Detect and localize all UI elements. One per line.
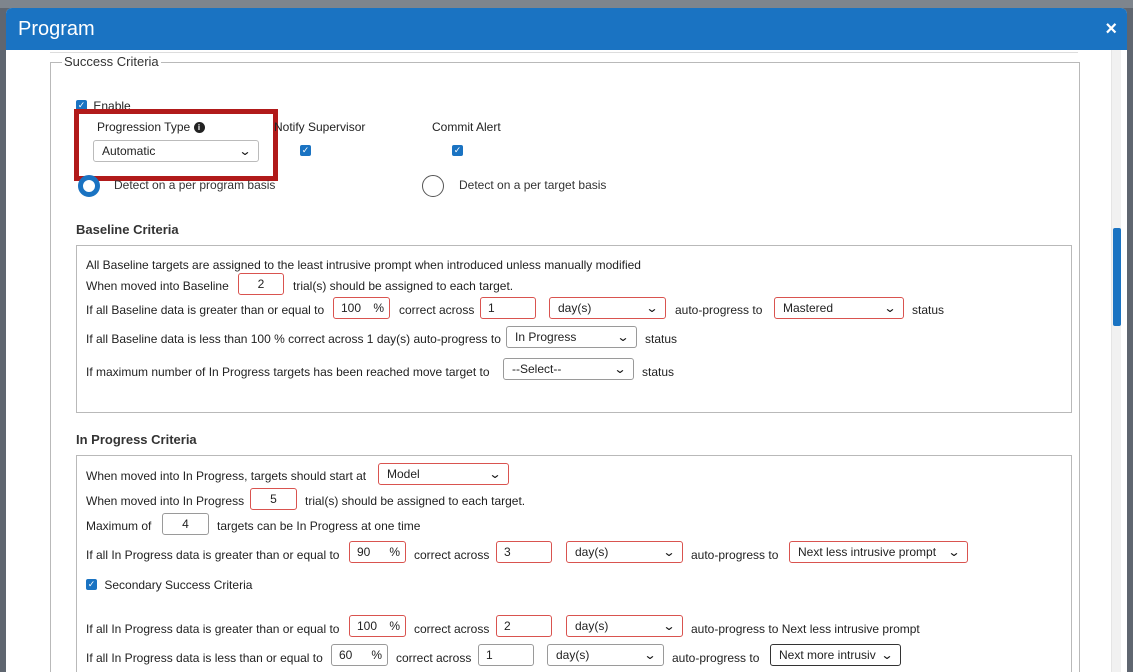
- ip-trials-input[interactable]: 5: [250, 488, 297, 510]
- baseline-max-status-label: status: [642, 365, 675, 379]
- notify-supervisor-checkbox[interactable]: ✓: [300, 145, 311, 156]
- secondary-criteria-checkbox[interactable]: ✓: [86, 579, 97, 591]
- ip-le-period-value: day(s): [556, 648, 590, 662]
- ip-start-value: Model: [387, 467, 420, 481]
- baseline-lt-status-label: status: [645, 332, 678, 346]
- modal-scrollbar[interactable]: [1111, 50, 1121, 672]
- modal-title: Program: [18, 17, 95, 40]
- chevron-down-icon: ⌄: [616, 330, 630, 344]
- baseline-ge-percent-value: 100: [341, 301, 362, 315]
- ip-le-days-input[interactable]: 1: [478, 644, 534, 666]
- baseline-note: All Baseline targets are assigned to the…: [86, 258, 641, 272]
- chevron-down-icon: ⌄: [613, 362, 627, 376]
- ip-max-label: Maximum of: [86, 519, 152, 533]
- baseline-ge-status-select[interactable]: Mastered ⌄: [774, 297, 904, 319]
- chevron-down-icon: ⌄: [488, 467, 502, 481]
- secondary-criteria-label: Secondary Success Criteria: [104, 577, 253, 592]
- baseline-ge-period-value: day(s): [558, 301, 592, 315]
- percent-sign: %: [389, 545, 400, 559]
- success-criteria-legend: Success Criteria: [62, 54, 161, 69]
- ip-ge2-correct-across-label: correct across: [414, 622, 490, 636]
- secondary-criteria-row[interactable]: ✓ Secondary Success Criteria: [86, 577, 252, 592]
- ip-le-percent-value: 60: [339, 648, 353, 662]
- ip-le-status-select[interactable]: Next more intrusiv ⌄: [770, 644, 901, 666]
- baseline-moved-into-label: When moved into Baseline: [86, 279, 229, 293]
- ip-ge2-suffix: auto-progress to Next less intrusive pro…: [691, 622, 920, 636]
- baseline-ge-status-value: Mastered: [783, 301, 834, 315]
- ip-le-percent-input[interactable]: 60 %: [331, 644, 388, 666]
- baseline-ge-label: If all Baseline data is greater than or …: [86, 303, 325, 317]
- chevron-down-icon: ⌄: [643, 648, 657, 662]
- baseline-ge-period-select[interactable]: day(s) ⌄: [549, 297, 666, 319]
- baseline-lt-status-value: In Progress: [515, 330, 577, 344]
- chevron-down-icon: ⌄: [645, 301, 659, 315]
- ip-le-auto-progress-label: auto-progress to: [672, 651, 760, 665]
- ip-le-correct-across-label: correct across: [396, 651, 472, 665]
- close-icon[interactable]: ×: [1105, 19, 1117, 39]
- ip-ge-status-select[interactable]: Next less intrusive prompt ⌄: [789, 541, 968, 563]
- baseline-status-label: status: [912, 303, 945, 317]
- commit-alert-label: Commit Alert: [432, 120, 501, 134]
- ip-ge-status-value: Next less intrusive prompt: [798, 545, 937, 559]
- ip-max-suffix: targets can be In Progress at one time: [217, 519, 421, 533]
- chevron-down-icon: ⌄: [880, 648, 894, 662]
- ip-ge-period-value: day(s): [575, 545, 609, 559]
- ip-ge2-period-value: day(s): [575, 619, 609, 633]
- ip-moved-into-suffix: trial(s) should be assigned to each targ…: [305, 494, 526, 508]
- baseline-moved-into-suffix: trial(s) should be assigned to each targ…: [293, 279, 514, 293]
- baseline-ge-days-input[interactable]: 1: [480, 297, 536, 319]
- ip-ge2-percent-value: 100: [357, 619, 378, 633]
- ip-ge2-percent-input[interactable]: 100 %: [349, 615, 406, 637]
- ip-ge-days-input[interactable]: 3: [496, 541, 552, 563]
- baseline-lt-label: If all Baseline data is less than 100 % …: [86, 332, 501, 346]
- chevron-down-icon: ⌄: [947, 545, 961, 559]
- baseline-ge-percent-input[interactable]: 100 %: [333, 297, 390, 319]
- ip-ge2-label: If all In Progress data is greater than …: [86, 622, 340, 636]
- ip-le-period-select[interactable]: day(s) ⌄: [547, 644, 664, 666]
- chevron-down-icon: ⌄: [662, 619, 676, 633]
- in-progress-criteria-box: [76, 455, 1072, 672]
- per-target-radio[interactable]: [422, 175, 444, 197]
- baseline-max-status-select[interactable]: --Select-- ⌄: [503, 358, 634, 380]
- notify-supervisor-label: Notify Supervisor: [274, 120, 366, 134]
- page-backdrop: [0, 0, 1133, 8]
- ip-ge-percent-value: 90: [357, 545, 371, 559]
- ip-ge-period-select[interactable]: day(s) ⌄: [566, 541, 683, 563]
- ip-correct-across-label: correct across: [414, 548, 490, 562]
- ip-max-input[interactable]: 4: [162, 513, 209, 535]
- baseline-criteria-title: Baseline Criteria: [76, 222, 179, 237]
- baseline-max-label: If maximum number of In Progress targets…: [86, 365, 490, 379]
- ip-ge2-period-select[interactable]: day(s) ⌄: [566, 615, 683, 637]
- chevron-down-icon: ⌄: [883, 301, 897, 315]
- baseline-trials-input[interactable]: 2: [238, 273, 284, 295]
- ip-start-select[interactable]: Model ⌄: [378, 463, 509, 485]
- ip-moved-into-label: When moved into In Progress: [86, 494, 245, 508]
- percent-sign: %: [389, 619, 400, 633]
- scrollbar-thumb[interactable]: [1113, 228, 1121, 326]
- ip-ge-percent-input[interactable]: 90 %: [349, 541, 406, 563]
- highlight-annotation: [74, 109, 278, 181]
- ip-ge-label: If all In Progress data is greater than …: [86, 548, 340, 562]
- baseline-correct-across-label: correct across: [399, 303, 475, 317]
- modal-header: Program ×: [6, 8, 1127, 50]
- percent-sign: %: [371, 648, 382, 662]
- ip-auto-progress-label: auto-progress to: [691, 548, 779, 562]
- per-target-label: Detect on a per target basis: [459, 178, 607, 192]
- ip-le-status-value: Next more intrusiv: [779, 648, 876, 662]
- baseline-lt-status-select[interactable]: In Progress ⌄: [506, 326, 637, 348]
- ip-le-label: If all In Progress data is less than or …: [86, 651, 323, 665]
- baseline-max-status-value: --Select--: [512, 362, 562, 376]
- program-modal: Program × Success Criteria ✓ Enable Prog…: [6, 8, 1127, 672]
- divider: [50, 52, 1078, 53]
- modal-body: Success Criteria ✓ Enable Progression Ty…: [6, 50, 1127, 672]
- chevron-down-icon: ⌄: [662, 545, 676, 559]
- commit-alert-checkbox[interactable]: ✓: [452, 145, 463, 156]
- ip-ge2-days-input[interactable]: 2: [496, 615, 552, 637]
- percent-sign: %: [373, 301, 384, 315]
- ip-start-label: When moved into In Progress, targets sho…: [86, 469, 367, 483]
- per-program-label: Detect on a per program basis: [114, 178, 276, 192]
- baseline-auto-progress-label: auto-progress to: [675, 303, 763, 317]
- in-progress-criteria-title: In Progress Criteria: [76, 432, 197, 447]
- per-program-radio[interactable]: [78, 175, 100, 197]
